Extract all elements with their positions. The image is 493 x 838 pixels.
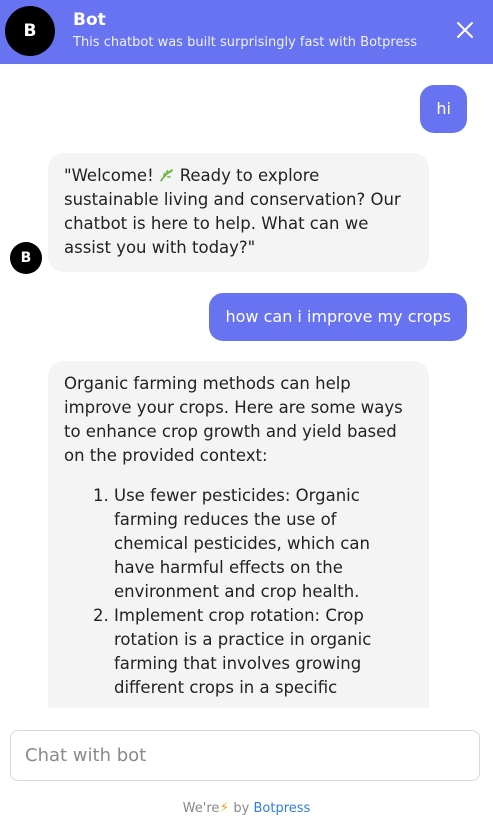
user-message: how can i improve my crops <box>209 293 467 341</box>
user-message: hi <box>420 85 467 133</box>
message-composer <box>10 730 480 781</box>
message-list[interactable]: hi "Welcome! Ready to explore sustainabl… <box>0 64 493 708</box>
bot-message-list: Use fewer pesticides: Organic farming re… <box>64 484 413 700</box>
leaf-icon <box>159 169 173 182</box>
bot-message-intro: Organic farming methods can help improve… <box>64 374 403 465</box>
list-item: Use fewer pesticides: Organic farming re… <box>114 484 413 604</box>
bot-message: "Welcome! Ready to explore sustainable l… <box>48 153 429 272</box>
chat-input[interactable] <box>11 731 479 780</box>
bot-avatar-header: B <box>5 6 55 56</box>
list-item: Implement crop rotation: Crop rotation i… <box>114 604 413 700</box>
bot-avatar: B <box>10 242 42 274</box>
botpress-link[interactable]: Botpress <box>253 801 310 816</box>
close-icon[interactable] <box>453 18 477 42</box>
powered-by-footer: We're⚡ by Botpress <box>0 800 493 816</box>
footer-prefix: We're <box>182 801 220 816</box>
footer-by: by <box>233 801 250 816</box>
bot-name: Bot <box>73 10 106 30</box>
lightning-icon: ⚡ <box>219 800 230 816</box>
bot-message: Organic farming methods can help improve… <box>48 361 429 708</box>
bot-description: This chatbot was built surprisingly fast… <box>73 35 417 50</box>
chat-header: B Bot This chatbot was built surprisingl… <box>0 0 493 64</box>
bot-message-text: "Welcome! <box>64 166 154 185</box>
